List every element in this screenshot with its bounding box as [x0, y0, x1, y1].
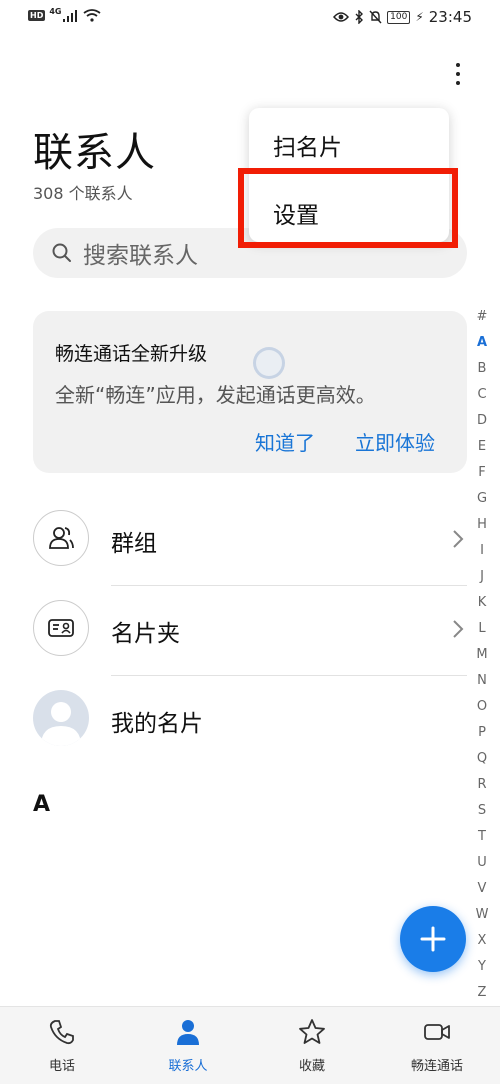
menu-item-scan-card[interactable]: 扫名片: [273, 128, 342, 162]
status-left: HD 4G: [28, 7, 102, 22]
tab-label: 畅连通话: [410, 1059, 463, 1074]
tab-label: 联系人: [168, 1059, 208, 1074]
group-icon: [33, 510, 89, 566]
tab-meetime[interactable]: 畅连通话: [387, 1017, 487, 1074]
index-letter[interactable]: J: [480, 564, 484, 590]
index-letter[interactable]: I: [480, 538, 484, 564]
index-letter[interactable]: U: [477, 850, 487, 876]
index-letter[interactable]: D: [477, 408, 487, 434]
promo-try-button[interactable]: 立即体验: [355, 427, 435, 456]
promo-title: 畅连通话全新升级: [55, 343, 208, 365]
index-letter[interactable]: G: [477, 486, 487, 512]
divider: [111, 585, 467, 586]
plus-icon: [420, 926, 446, 952]
index-letter[interactable]: M: [476, 642, 487, 668]
index-letter[interactable]: E: [478, 434, 486, 460]
status-bar: HD 4G 100 ⚡ 23:45: [0, 0, 500, 36]
network-type: 4G: [49, 7, 62, 16]
eye-icon: [333, 12, 350, 22]
add-contact-button[interactable]: [400, 906, 466, 972]
profile-avatar: [33, 690, 89, 746]
touch-indicator: [253, 347, 285, 379]
card-holder-icon: [33, 600, 89, 656]
index-letter[interactable]: Y: [478, 954, 486, 980]
tab-contacts[interactable]: 联系人: [138, 1017, 238, 1074]
index-letter[interactable]: #: [477, 304, 488, 330]
divider: [111, 675, 467, 676]
star-icon: [299, 1019, 325, 1044]
index-letter[interactable]: K: [478, 590, 487, 616]
list-item-label: 我的名片: [111, 711, 203, 737]
list-item-my-card[interactable]: 我的名片: [33, 680, 467, 760]
video-call-icon: [424, 1024, 450, 1040]
index-letter[interactable]: R: [477, 772, 486, 798]
index-letter[interactable]: P: [478, 720, 486, 746]
search-placeholder: 搜索联系人: [83, 243, 198, 269]
promo-description: 全新“畅连”应用，发起通话更高效。: [55, 383, 376, 407]
more-dot-icon: [456, 63, 460, 67]
index-letter[interactable]: S: [478, 798, 486, 824]
chevron-right-icon: [453, 530, 464, 548]
index-letter[interactable]: L: [478, 616, 485, 642]
contact-count: 308 个联系人: [33, 184, 133, 203]
index-letter[interactable]: O: [477, 694, 487, 720]
more-dot-icon: [456, 72, 460, 76]
index-letter[interactable]: X: [478, 928, 487, 954]
section-header: A: [33, 792, 51, 817]
list-item-label: 群组: [111, 531, 157, 557]
promo-dismiss-button[interactable]: 知道了: [255, 427, 315, 456]
signal-icon: [63, 9, 78, 22]
status-time: 23:45: [428, 8, 472, 26]
wifi-icon: [83, 9, 102, 22]
list-item-card-holder[interactable]: 名片夹: [33, 590, 467, 676]
tab-label: 收藏: [298, 1059, 325, 1074]
page-title: 联系人: [33, 130, 156, 176]
hd-badge: HD: [28, 10, 46, 21]
index-letter[interactable]: B: [478, 356, 487, 382]
more-dot-icon: [456, 81, 460, 85]
alphabet-index[interactable]: # A B C D E F G H I J K L M N O P Q R S T U V W X Y Z: [472, 304, 492, 1006]
tab-phone[interactable]: 电话: [12, 1017, 112, 1074]
search-icon: [52, 243, 71, 262]
phone-icon: [49, 1020, 74, 1045]
battery-icon: 100: [387, 10, 411, 24]
promo-card: 畅连通话全新升级 全新“畅连”应用，发起通话更高效。 知道了 立即体验: [33, 311, 467, 473]
index-letter[interactable]: F: [478, 460, 485, 486]
list-item-label: 名片夹: [111, 621, 180, 647]
index-letter[interactable]: H: [477, 512, 487, 538]
highlight-box: [238, 168, 458, 248]
mute-bell-icon: [369, 10, 382, 24]
index-letter[interactable]: T: [478, 824, 486, 850]
status-right: 100 ⚡ 23:45: [333, 8, 472, 26]
list-item-groups[interactable]: 群组: [33, 500, 467, 586]
more-options-button[interactable]: [446, 56, 470, 92]
charging-icon: ⚡: [415, 10, 424, 24]
contacts-icon: [177, 1020, 199, 1045]
index-letter[interactable]: N: [477, 668, 487, 694]
tab-favorites[interactable]: 收藏: [262, 1017, 362, 1074]
chevron-right-icon: [453, 620, 464, 638]
index-letter[interactable]: W: [476, 902, 489, 928]
bluetooth-icon: [355, 10, 364, 24]
bottom-navigation: 电话 联系人 收藏 畅连通话: [0, 1006, 500, 1084]
tab-label: 电话: [48, 1059, 75, 1074]
index-letter[interactable]: Q: [477, 746, 487, 772]
index-letter[interactable]: A: [477, 330, 487, 356]
index-letter[interactable]: C: [477, 382, 486, 408]
index-letter[interactable]: V: [478, 876, 487, 902]
index-letter[interactable]: Z: [478, 980, 487, 1006]
